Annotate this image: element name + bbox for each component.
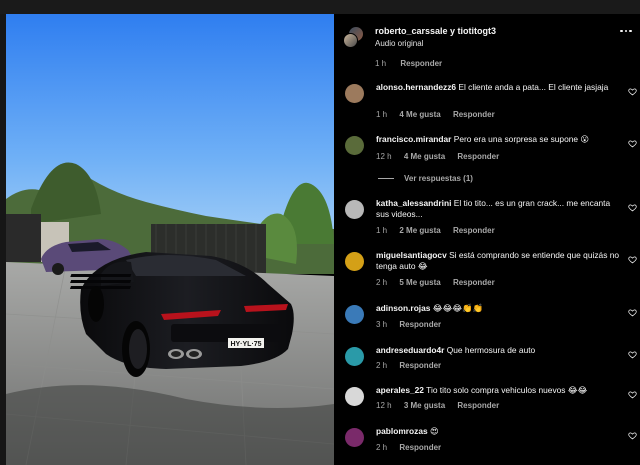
comment-meta: 12 h 4 Me gusta Responder xyxy=(376,152,509,161)
comment-username[interactable]: francisco.mirandar xyxy=(376,134,451,144)
comment-meta: 12 h 3 Me gusta Responder xyxy=(376,401,509,410)
comment-username[interactable]: katha_alessandrini xyxy=(376,198,451,208)
avatar[interactable] xyxy=(345,84,364,103)
comment-time: 2 h xyxy=(376,361,388,370)
comment-username[interactable]: adinson.rojas xyxy=(376,303,430,313)
comment-meta: 2 h 5 Me gusta Responder xyxy=(376,278,505,287)
lamborghini-photo: HY·YL·75 xyxy=(6,14,334,465)
post-time: 1 h xyxy=(375,59,387,68)
comment-username[interactable]: aperales_22 xyxy=(376,385,424,395)
heart-icon[interactable] xyxy=(628,390,637,399)
avatar[interactable] xyxy=(345,252,364,271)
reply-button[interactable]: Responder xyxy=(457,152,499,161)
comment-time: 12 h xyxy=(376,401,392,410)
license-plate: HY·YL·75 xyxy=(230,341,261,348)
audio-label[interactable]: Audio original xyxy=(375,39,423,48)
comment-text: aperales_22 Tio tito solo compra vehicul… xyxy=(376,385,588,395)
comment-text: alonso.hernandezz6 El cliente anda a pat… xyxy=(376,82,609,92)
comment-text: andreseduardo4r Que hermosura de auto xyxy=(376,345,536,355)
comment-time: 12 h xyxy=(376,152,392,161)
avatar[interactable] xyxy=(345,200,364,219)
comment-meta: 1 h 2 Me gusta Responder xyxy=(376,226,505,235)
like-count[interactable]: 3 Me gusta xyxy=(404,401,445,410)
comment-text: adinson.rojas 😂😂😂👏👏 xyxy=(376,303,483,313)
post-authors[interactable]: roberto_carssale y tiotitogt3 xyxy=(375,26,496,36)
avatar[interactable] xyxy=(345,428,364,447)
comment-username[interactable]: pablomrozas xyxy=(376,426,428,436)
comment-text: francisco.mirandar Pero era una sorpresa… xyxy=(376,134,590,144)
comments-panel: roberto_carssale y tiotitogt3 Audio orig… xyxy=(334,14,640,465)
more-options-icon[interactable] xyxy=(620,26,634,36)
comment-time: 1 h xyxy=(376,226,388,235)
avatar xyxy=(343,33,358,48)
view-replies-button[interactable]: Ver respuestas (1) xyxy=(378,174,473,183)
reply-button[interactable]: Responder xyxy=(399,361,441,370)
reply-button[interactable]: Responder xyxy=(399,320,441,329)
like-count[interactable]: 4 Me gusta xyxy=(399,110,440,119)
comment-time: 1 h xyxy=(376,110,388,119)
heart-icon[interactable] xyxy=(628,350,637,359)
comment-meta: 3 h Responder xyxy=(376,320,451,329)
author-avatars[interactable] xyxy=(343,26,365,48)
comment-text: katha_alessandrini El tio tito... es un … xyxy=(376,198,611,219)
comment-text: pablomrozas 😍 xyxy=(376,426,439,436)
post-header: roberto_carssale y tiotitogt3 Audio orig… xyxy=(334,14,640,54)
like-count[interactable]: 2 Me gusta xyxy=(399,226,440,235)
avatar[interactable] xyxy=(345,305,364,324)
comment-meta: 1 h 4 Me gusta Responder xyxy=(376,110,505,119)
post-meta: 1 h Responder xyxy=(375,59,442,68)
comment-text: miguelsantiagocv Si está comprando se en… xyxy=(376,250,620,271)
heart-icon[interactable] xyxy=(628,203,637,212)
avatar[interactable] xyxy=(345,347,364,366)
reply-button[interactable]: Responder xyxy=(453,110,495,119)
reply-button[interactable]: Responder xyxy=(453,278,495,287)
avatar[interactable] xyxy=(345,387,364,406)
reply-button[interactable]: Responder xyxy=(453,226,495,235)
top-bar xyxy=(0,0,640,14)
reply-button[interactable]: Responder xyxy=(399,443,441,452)
like-count[interactable]: 5 Me gusta xyxy=(399,278,440,287)
comment-time: 3 h xyxy=(376,320,388,329)
avatar[interactable] xyxy=(345,136,364,155)
post-photo[interactable]: HY·YL·75 xyxy=(6,14,334,465)
comment-time: 2 h xyxy=(376,443,388,452)
heart-icon[interactable] xyxy=(628,431,637,440)
comment-username[interactable]: miguelsantiagocv xyxy=(376,250,447,260)
comment-meta: 2 h Responder xyxy=(376,443,451,452)
reply-button[interactable]: Responder xyxy=(400,59,442,68)
heart-icon[interactable] xyxy=(628,308,637,317)
comment-username[interactable]: alonso.hernandezz6 xyxy=(376,82,456,92)
heart-icon[interactable] xyxy=(628,87,637,96)
comment-time: 2 h xyxy=(376,278,388,287)
heart-icon[interactable] xyxy=(628,255,637,264)
reply-button[interactable]: Responder xyxy=(457,401,499,410)
heart-icon[interactable] xyxy=(628,139,637,148)
like-count[interactable]: 4 Me gusta xyxy=(404,152,445,161)
comment-username[interactable]: andreseduardo4r xyxy=(376,345,444,355)
comment-meta: 2 h Responder xyxy=(376,361,451,370)
divider xyxy=(378,178,394,180)
